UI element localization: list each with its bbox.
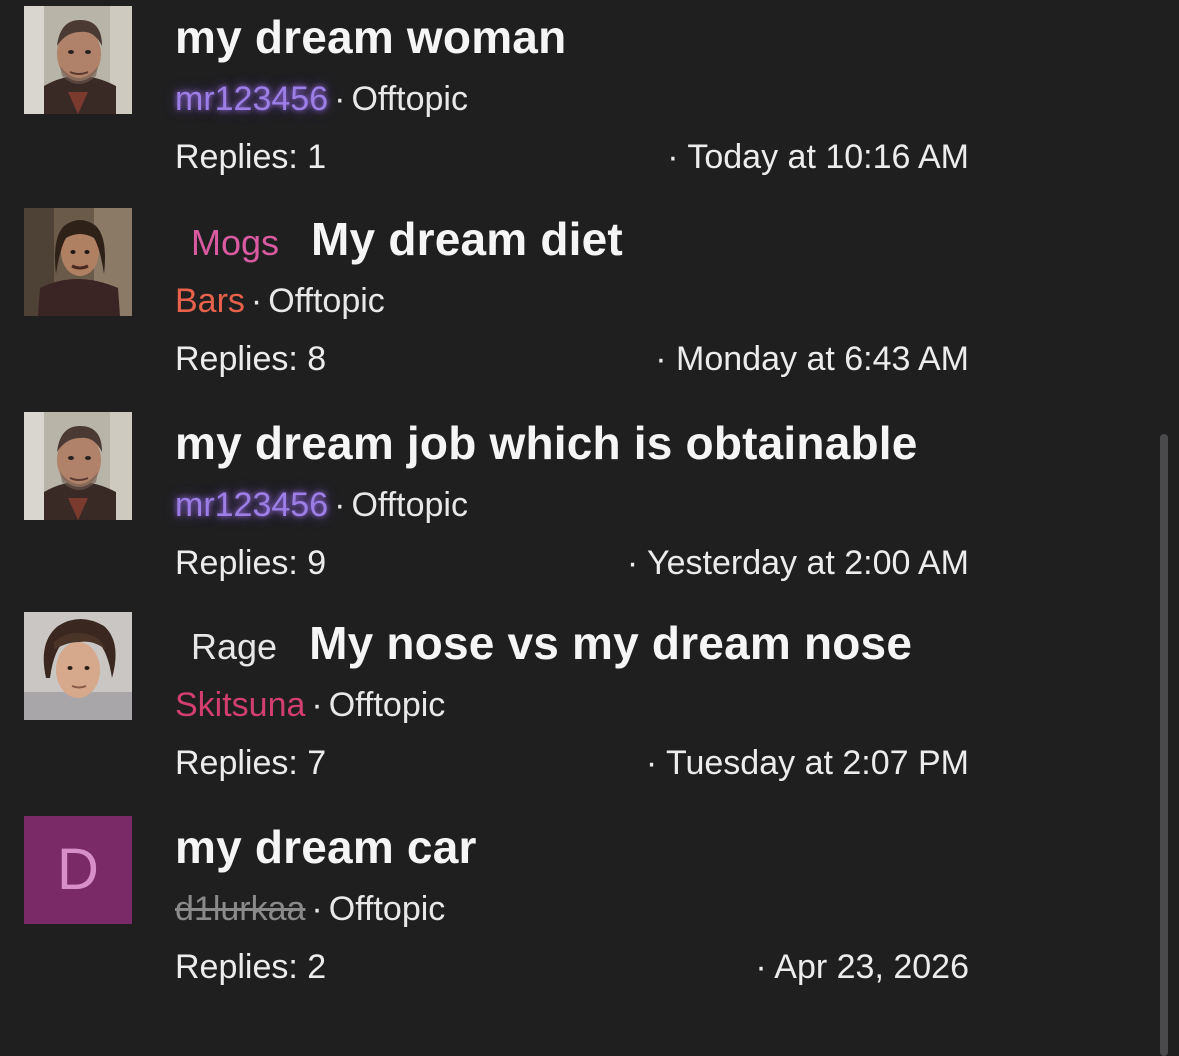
avatar[interactable] <box>24 208 132 316</box>
thread-meta: Bars · Offtopic <box>175 282 385 321</box>
last-post-date[interactable]: · Monday at 6:43 AM <box>655 340 969 379</box>
avatar[interactable] <box>24 612 132 720</box>
reply-count: Replies: 8 <box>175 340 327 378</box>
reply-count: Replies: 2 <box>175 948 327 986</box>
thread-title[interactable]: My dream diet <box>311 212 623 266</box>
avatar-image <box>24 612 132 720</box>
author-link[interactable]: mr123456 <box>175 486 328 524</box>
author-link[interactable]: mr123456 <box>175 80 328 118</box>
thread-title-row: my dream job which is obtainable <box>175 416 918 470</box>
thread-item[interactable]: my dream job which is obtainable mr12345… <box>0 412 1000 602</box>
avatar[interactable]: D <box>24 816 132 924</box>
thread-item[interactable]: Mogs My dream diet Bars · Offtopic Replies… <box>0 208 1000 398</box>
thread-title-row: Mogs My dream diet <box>175 212 623 266</box>
meta-separator: · <box>311 890 323 928</box>
thread-list: my dream woman mr123456 · Offtopic Replies… <box>0 0 1179 1056</box>
vertical-scrollbar[interactable] <box>1160 434 1168 1056</box>
last-post-date[interactable]: · Apr 23, 2026 <box>755 948 969 987</box>
last-post-date[interactable]: · Yesterday at 2:00 AM <box>627 544 969 583</box>
avatar[interactable] <box>24 412 132 520</box>
thread-title-row: Rage My nose vs my dream nose <box>175 616 912 670</box>
thread-title-row: my dream car <box>175 820 477 874</box>
forum-link[interactable]: Offtopic <box>329 890 446 928</box>
thread-item[interactable]: my dream woman mr123456 · Offtopic Replies… <box>0 6 1000 196</box>
thread-title[interactable]: My nose vs my dream nose <box>309 616 912 670</box>
reply-count: Replies: 9 <box>175 544 327 582</box>
avatar-image <box>24 6 132 114</box>
forum-link[interactable]: Offtopic <box>329 686 446 724</box>
thread-item[interactable]: D my dream car d1lurkaa · Offtopic Replies… <box>0 816 1000 1006</box>
thread-meta: mr123456 · Offtopic <box>175 486 468 525</box>
forum-link[interactable]: Offtopic <box>351 486 468 524</box>
meta-separator: · <box>250 282 263 320</box>
avatar-image <box>24 208 132 316</box>
author-link[interactable]: Bars <box>175 282 245 320</box>
reply-count: Replies: 7 <box>175 744 327 782</box>
author-link[interactable]: d1lurkaa <box>175 890 305 928</box>
reply-count: Replies: 1 <box>175 138 327 176</box>
author-link[interactable]: Skitsuna <box>175 686 305 724</box>
thread-prefix-label[interactable]: Rage <box>191 626 277 668</box>
last-post-date[interactable]: · Today at 10:16 AM <box>667 138 969 177</box>
meta-separator: · <box>334 486 346 524</box>
thread-title[interactable]: my dream job which is obtainable <box>175 416 918 470</box>
thread-prefix-label[interactable]: Mogs <box>191 222 279 264</box>
thread-title-row: my dream woman <box>175 10 566 64</box>
thread-meta: d1lurkaa · Offtopic <box>175 890 445 929</box>
meta-separator: · <box>334 80 346 118</box>
forum-link[interactable]: Offtopic <box>351 80 468 118</box>
thread-meta: mr123456 · Offtopic <box>175 80 468 119</box>
thread-title[interactable]: my dream woman <box>175 10 566 64</box>
last-post-date[interactable]: · Tuesday at 2:07 PM <box>646 744 969 783</box>
thread-title[interactable]: my dream car <box>175 820 477 874</box>
avatar[interactable] <box>24 6 132 114</box>
avatar-letter: D <box>57 837 99 902</box>
forum-link[interactable]: Offtopic <box>268 282 385 320</box>
thread-item[interactable]: Rage My nose vs my dream nose Skitsuna · O… <box>0 612 1000 802</box>
meta-separator: · <box>311 686 323 724</box>
thread-meta: Skitsuna · Offtopic <box>175 686 445 725</box>
avatar-image <box>24 412 132 520</box>
